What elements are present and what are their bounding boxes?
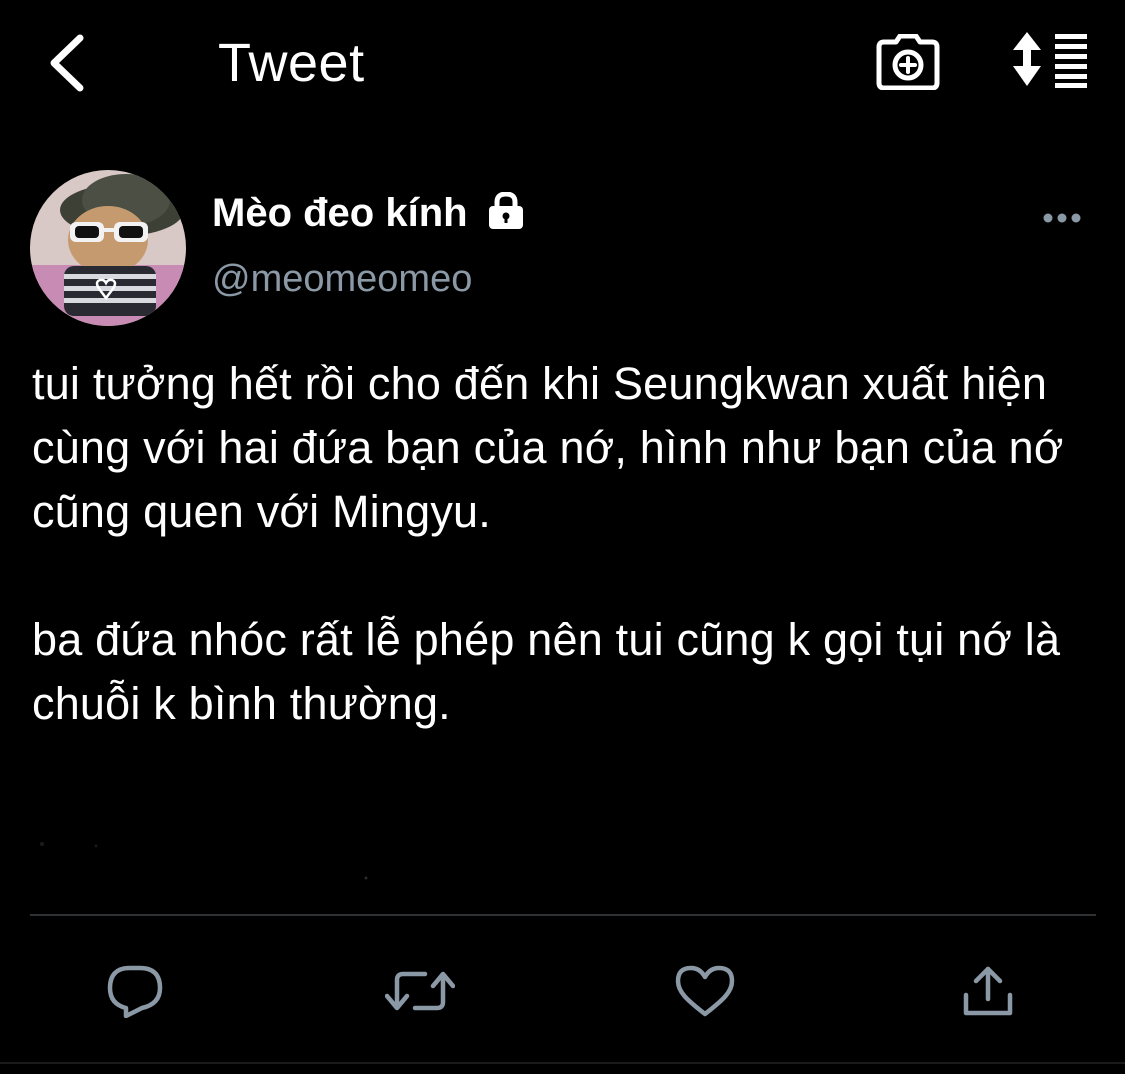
cat-with-sunglasses-avatar xyxy=(30,170,186,326)
camera-plus-icon xyxy=(876,33,940,95)
avatar[interactable] xyxy=(30,170,186,326)
share-icon xyxy=(960,963,1016,1024)
author-handle[interactable]: @meomeomeo xyxy=(212,254,472,304)
camera-button[interactable] xyxy=(872,32,944,96)
author-display-name[interactable]: Mèo đeo kính xyxy=(212,188,468,238)
author-name-row[interactable]: Mèo đeo kính xyxy=(212,188,526,238)
reply-icon xyxy=(106,964,164,1023)
tweet-paragraph: ba đứa nhóc rất lễ phép nên tui cũng k g… xyxy=(32,614,1061,729)
retweet-icon xyxy=(384,966,456,1021)
more-options-button[interactable] xyxy=(1030,200,1094,240)
back-button[interactable] xyxy=(36,30,96,100)
retweet-button[interactable] xyxy=(384,958,456,1028)
sort-button[interactable] xyxy=(1008,30,1094,94)
tweet-paragraph: tui tưởng hết rồi cho đến khi Seungkwan … xyxy=(32,358,1064,537)
share-button[interactable] xyxy=(953,958,1023,1028)
obscured-metadata xyxy=(36,840,376,880)
sort-list-icon xyxy=(1011,30,1091,95)
heart-icon xyxy=(675,964,735,1023)
tweet-text: tui tưởng hết rồi cho đến khi Seungkwan … xyxy=(32,352,1112,736)
more-horizontal-icon xyxy=(1042,211,1082,229)
bottom-divider xyxy=(0,1062,1125,1064)
lock-icon xyxy=(486,192,526,230)
divider xyxy=(30,914,1096,916)
reply-button[interactable] xyxy=(100,958,170,1028)
like-button[interactable] xyxy=(670,958,740,1028)
page-title: Tweet xyxy=(218,33,365,93)
chevron-left-icon xyxy=(44,32,88,99)
